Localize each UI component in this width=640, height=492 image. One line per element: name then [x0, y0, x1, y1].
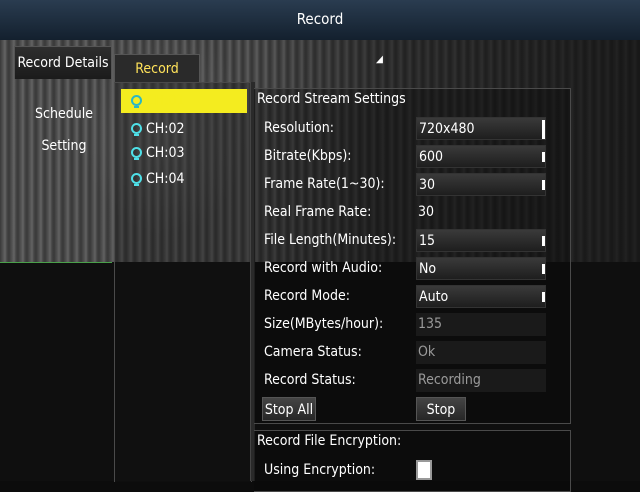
record-audio-label: Record with Audio:	[264, 260, 383, 276]
camera-status-value: Ok	[416, 341, 546, 364]
group-title: Record File Encryption:	[257, 433, 402, 449]
size-label: Size(MBytes/hour):	[264, 316, 384, 332]
record-mode-label: Record Mode:	[264, 288, 350, 304]
file-length-label: File Length(Minutes):	[264, 232, 397, 248]
mouse-cursor-icon: ◢	[376, 54, 383, 65]
resolution-label: Resolution:	[264, 120, 334, 136]
real-frame-rate-value: 30	[418, 204, 435, 220]
bitrate-label: Bitrate(Kbps):	[264, 148, 352, 164]
record-status-value: Recording	[416, 369, 546, 392]
stop-all-button[interactable]: Stop All	[262, 397, 316, 421]
dropdown-arrow-icon	[542, 236, 545, 246]
tab-schedule-setting[interactable]: Schedule Setting	[14, 98, 114, 154]
resolution-select[interactable]: 720x480	[416, 117, 546, 140]
bitrate-value: 600	[419, 149, 444, 165]
dropdown-arrow-icon	[542, 120, 545, 139]
camera-icon	[131, 95, 142, 108]
tab-record-details[interactable]: Record Details	[14, 46, 112, 79]
stop-button[interactable]: Stop	[416, 397, 466, 421]
record-audio-select[interactable]: No	[416, 257, 546, 280]
channel-label: CH:01	[146, 93, 185, 109]
channel-item-ch01[interactable]: CH:01	[121, 89, 247, 113]
title-bar: Record	[0, 0, 640, 40]
channel-label: CH:02	[146, 121, 185, 137]
channel-item-ch03[interactable]: CH:03	[121, 141, 247, 165]
dropdown-arrow-icon	[542, 292, 545, 302]
record-file-encryption-group: Record File Encryption: Using Encryption…	[254, 430, 571, 492]
group-title: Record Stream Settings	[257, 91, 406, 107]
bitrate-select[interactable]: 600	[416, 145, 546, 168]
window-title: Record	[296, 10, 344, 28]
using-encryption-checkbox[interactable]	[416, 460, 432, 480]
resolution-value: 720x480	[419, 121, 475, 137]
file-length-select[interactable]: 15	[416, 229, 546, 252]
channel-label: CH:03	[146, 145, 185, 161]
dropdown-arrow-icon	[542, 264, 545, 274]
camera-icon	[131, 173, 142, 186]
channel-list: CH:01 CH:02 CH:03 CH:04	[114, 82, 252, 482]
camera-icon	[131, 147, 142, 160]
channel-item-ch04[interactable]: CH:04	[121, 167, 247, 191]
channel-item-ch02[interactable]: CH:02	[121, 117, 247, 141]
left-separator	[0, 262, 112, 263]
dropdown-arrow-icon	[542, 152, 545, 162]
record-audio-value: No	[419, 261, 437, 277]
record-stream-settings-group: Record Stream Settings Resolution: 720x4…	[254, 88, 571, 424]
camera-icon	[131, 123, 142, 136]
size-value: 135	[416, 313, 546, 336]
channel-label: CH:04	[146, 171, 185, 187]
frame-rate-value: 30	[419, 177, 436, 193]
camera-status-label: Camera Status:	[264, 344, 362, 360]
record-mode-select[interactable]: Auto	[416, 285, 546, 308]
frame-rate-label: Frame Rate(1~30):	[264, 176, 385, 192]
record-dialog: Record ◢ Record Details Schedule Setting…	[0, 0, 640, 492]
file-length-value: 15	[419, 233, 436, 249]
record-mode-value: Auto	[419, 289, 449, 305]
real-frame-rate-label: Real Frame Rate:	[264, 204, 372, 220]
subtab-record-details[interactable]: Record Details	[114, 54, 200, 105]
dropdown-arrow-icon	[542, 180, 545, 190]
using-encryption-label: Using Encryption:	[264, 462, 376, 478]
record-status-label: Record Status:	[264, 372, 356, 388]
frame-rate-select[interactable]: 30	[416, 173, 546, 196]
